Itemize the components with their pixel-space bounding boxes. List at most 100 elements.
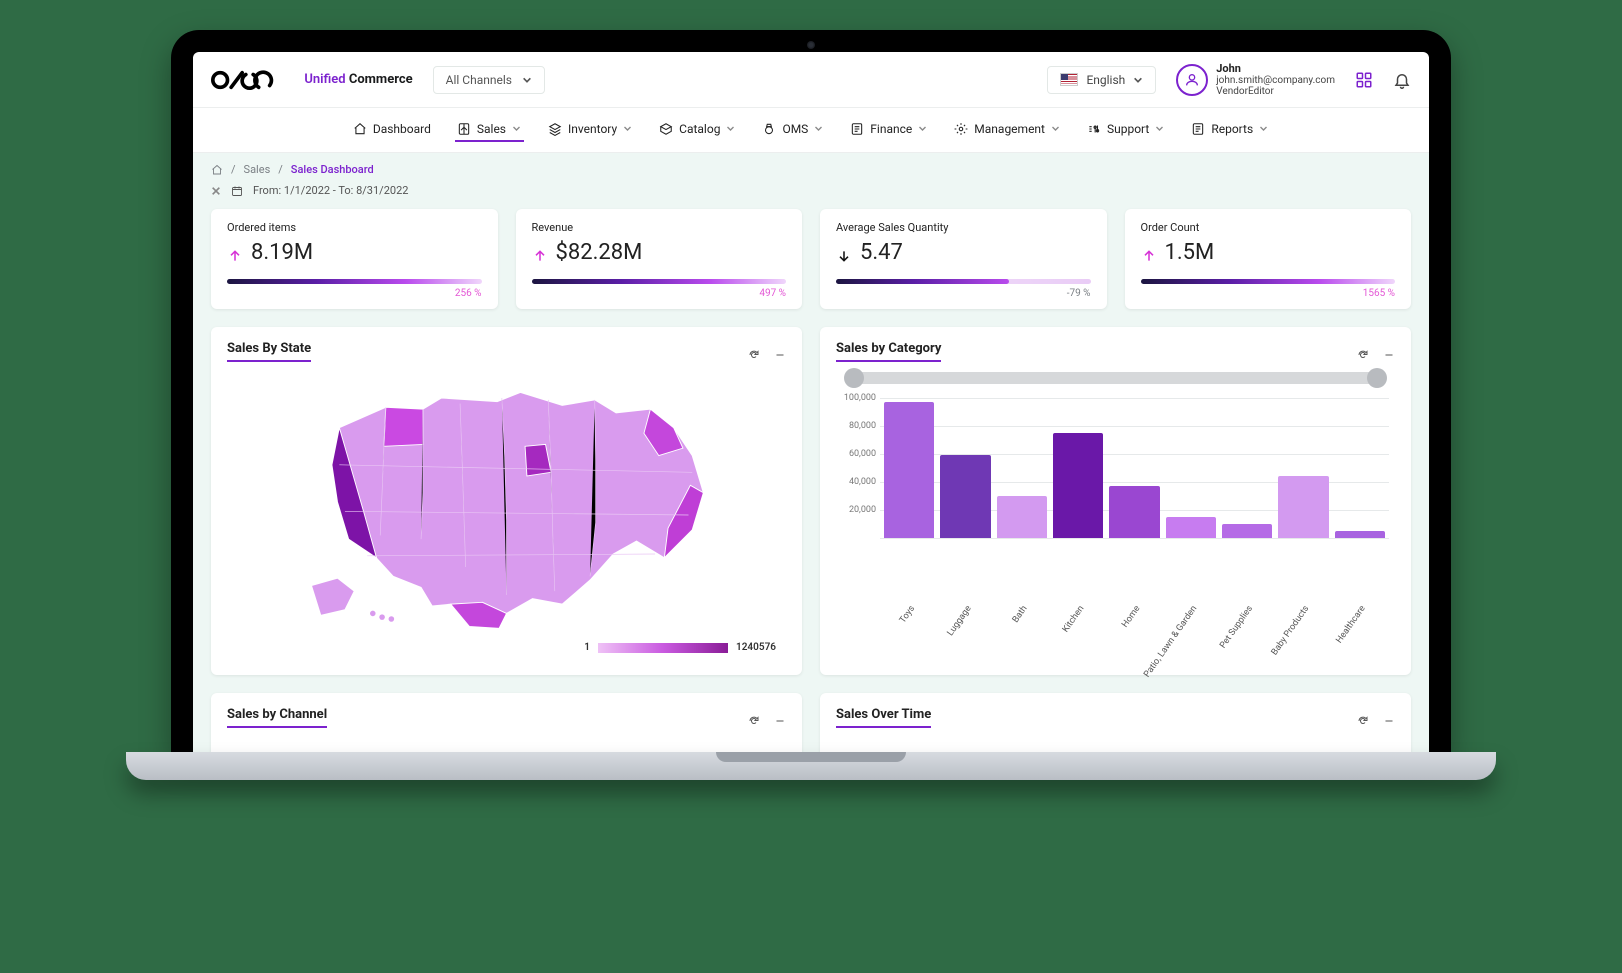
bar-kitchen[interactable] (1053, 433, 1103, 538)
slider-thumb-left[interactable] (844, 368, 864, 388)
us-choropleth-map[interactable]: 1 1240576 (227, 372, 786, 661)
y-tick-label: 20,000 (836, 505, 876, 515)
legend-min: 1 (584, 642, 590, 653)
nav-catalog[interactable]: Catalog (657, 118, 738, 142)
bell-icon[interactable] (1393, 71, 1411, 89)
avatar-icon (1176, 64, 1208, 96)
kpi-card: Average Sales Quantity5.47-79 % (820, 209, 1107, 309)
kpi-value: 8.19M (227, 240, 482, 265)
kpi-label: Order Count (1141, 221, 1396, 234)
bar-toys[interactable] (884, 402, 934, 538)
panel-grid: Sales By State (193, 327, 1429, 752)
calendar-icon[interactable] (231, 185, 243, 197)
refresh-icon[interactable] (748, 346, 760, 358)
bar-home[interactable] (1109, 486, 1159, 538)
legend-max: 1240576 (736, 642, 776, 653)
nav-oms[interactable]: OMS (760, 118, 826, 142)
logo[interactable] (211, 67, 284, 92)
nav-support[interactable]: Support (1085, 118, 1167, 142)
refresh-icon[interactable] (1357, 346, 1369, 358)
kpi-label: Revenue (532, 221, 787, 234)
bar-bath[interactable] (997, 496, 1047, 538)
home-icon[interactable] (211, 164, 223, 176)
arrow-up-icon (227, 245, 243, 261)
x-tick-label: Healthcare (1335, 604, 1368, 645)
collapse-icon[interactable] (774, 712, 786, 724)
kpi-bar (227, 279, 482, 284)
legend-gradient (598, 643, 728, 653)
date-filter-text[interactable]: From: 1/1/2022 - To: 8/31/2022 (253, 184, 408, 197)
webcam-dot (807, 41, 815, 49)
chevron-down-icon (522, 75, 532, 85)
date-filter-row: From: 1/1/2022 - To: 8/31/2022 (193, 180, 1429, 209)
collapse-icon[interactable] (1383, 712, 1395, 724)
breadcrumb-sales[interactable]: Sales (244, 163, 271, 176)
language-label: English (1086, 73, 1125, 87)
chevron-down-icon (1259, 124, 1269, 134)
nav-finance[interactable]: Finance (848, 118, 930, 142)
kpi-pct: 497 % (532, 288, 787, 299)
kpi-label: Average Sales Quantity (836, 221, 1091, 234)
panel-sales-by-state: Sales By State (211, 327, 802, 675)
chevron-down-icon (814, 124, 824, 134)
channel-selector[interactable]: All Channels (433, 66, 545, 94)
slider-thumb-right[interactable] (1367, 368, 1387, 388)
bar-patio-lawn-garden[interactable] (1166, 517, 1216, 538)
kpi-label: Ordered items (227, 221, 482, 234)
app-viewport: Unified Commerce All Channels English (193, 52, 1429, 752)
nav-dashboard[interactable]: Dashboard (351, 118, 433, 142)
kpi-bar (1141, 279, 1396, 284)
bar-luggage[interactable] (940, 455, 990, 538)
nav-sales[interactable]: Sales (455, 118, 524, 142)
main-nav: Dashboard Sales Inventory Catalog OMS Finance… (193, 108, 1429, 153)
panel-title: Sales by Category (836, 341, 941, 362)
user-email: john.smith@company.com (1216, 75, 1335, 86)
chevron-down-icon (512, 124, 522, 134)
kpi-pct: 256 % (227, 288, 482, 299)
nav-inventory[interactable]: Inventory (546, 118, 635, 142)
breadcrumb-sep: / (278, 163, 283, 176)
x-tick-label: Toys (898, 604, 917, 625)
collapse-icon[interactable] (774, 346, 786, 358)
chevron-down-icon (726, 124, 736, 134)
refresh-icon[interactable] (748, 712, 760, 724)
kpi-row: Ordered items 8.19M 256 % Revenue$82.28M497… (193, 209, 1429, 327)
language-selector[interactable]: English (1047, 66, 1156, 94)
kpi-bar (532, 279, 787, 284)
arrow-down-icon (836, 245, 852, 261)
arrow-up-icon (1141, 245, 1157, 261)
category-range-slider[interactable] (846, 372, 1385, 384)
x-tick-label: Pet Supplies (1219, 604, 1256, 651)
user-block[interactable]: John john.smith@company.com VendorEditor (1176, 62, 1335, 97)
bar-healthcare[interactable] (1335, 531, 1385, 538)
laptop-base (126, 752, 1496, 780)
apps-grid-icon[interactable] (1355, 71, 1373, 89)
panel-sales-by-category: Sales by Category 20,00040,00060,00 (820, 327, 1411, 675)
collapse-icon[interactable] (1383, 346, 1395, 358)
panel-sales-over-time: Sales Over Time (820, 693, 1411, 752)
category-bar-chart[interactable]: 20,00040,00060,00080,000100,000ToysLugga… (880, 398, 1389, 658)
y-tick-label: 100,000 (836, 393, 876, 403)
chevron-down-icon (1051, 124, 1061, 134)
laptop-mockup: Unified Commerce All Channels English (171, 30, 1451, 780)
breadcrumb: / Sales / Sales Dashboard (193, 153, 1429, 180)
y-tick-label: 80,000 (836, 421, 876, 431)
bar-pet-supplies[interactable] (1222, 524, 1272, 538)
x-tick-label: Kitchen (1061, 604, 1087, 634)
laptop-screen-bezel: Unified Commerce All Channels English (171, 30, 1451, 752)
nav-management[interactable]: Management (952, 118, 1063, 142)
arrow-up-icon (532, 245, 548, 261)
refresh-icon[interactable] (1357, 712, 1369, 724)
breadcrumb-sep: / (231, 163, 236, 176)
x-tick-label: Bath (1011, 604, 1030, 625)
clear-filter-icon[interactable] (211, 186, 221, 196)
kpi-pct: 1565 % (1141, 288, 1396, 299)
kpi-card: Revenue$82.28M497 % (516, 209, 803, 309)
map-legend: 1 1240576 (237, 642, 776, 653)
user-name: John (1216, 62, 1335, 75)
channel-selector-label: All Channels (446, 73, 512, 87)
panel-title: Sales by Channel (227, 707, 327, 728)
bar-baby-products[interactable] (1278, 476, 1328, 538)
y-tick-label: 60,000 (836, 449, 876, 459)
nav-reports[interactable]: Reports (1189, 118, 1271, 142)
